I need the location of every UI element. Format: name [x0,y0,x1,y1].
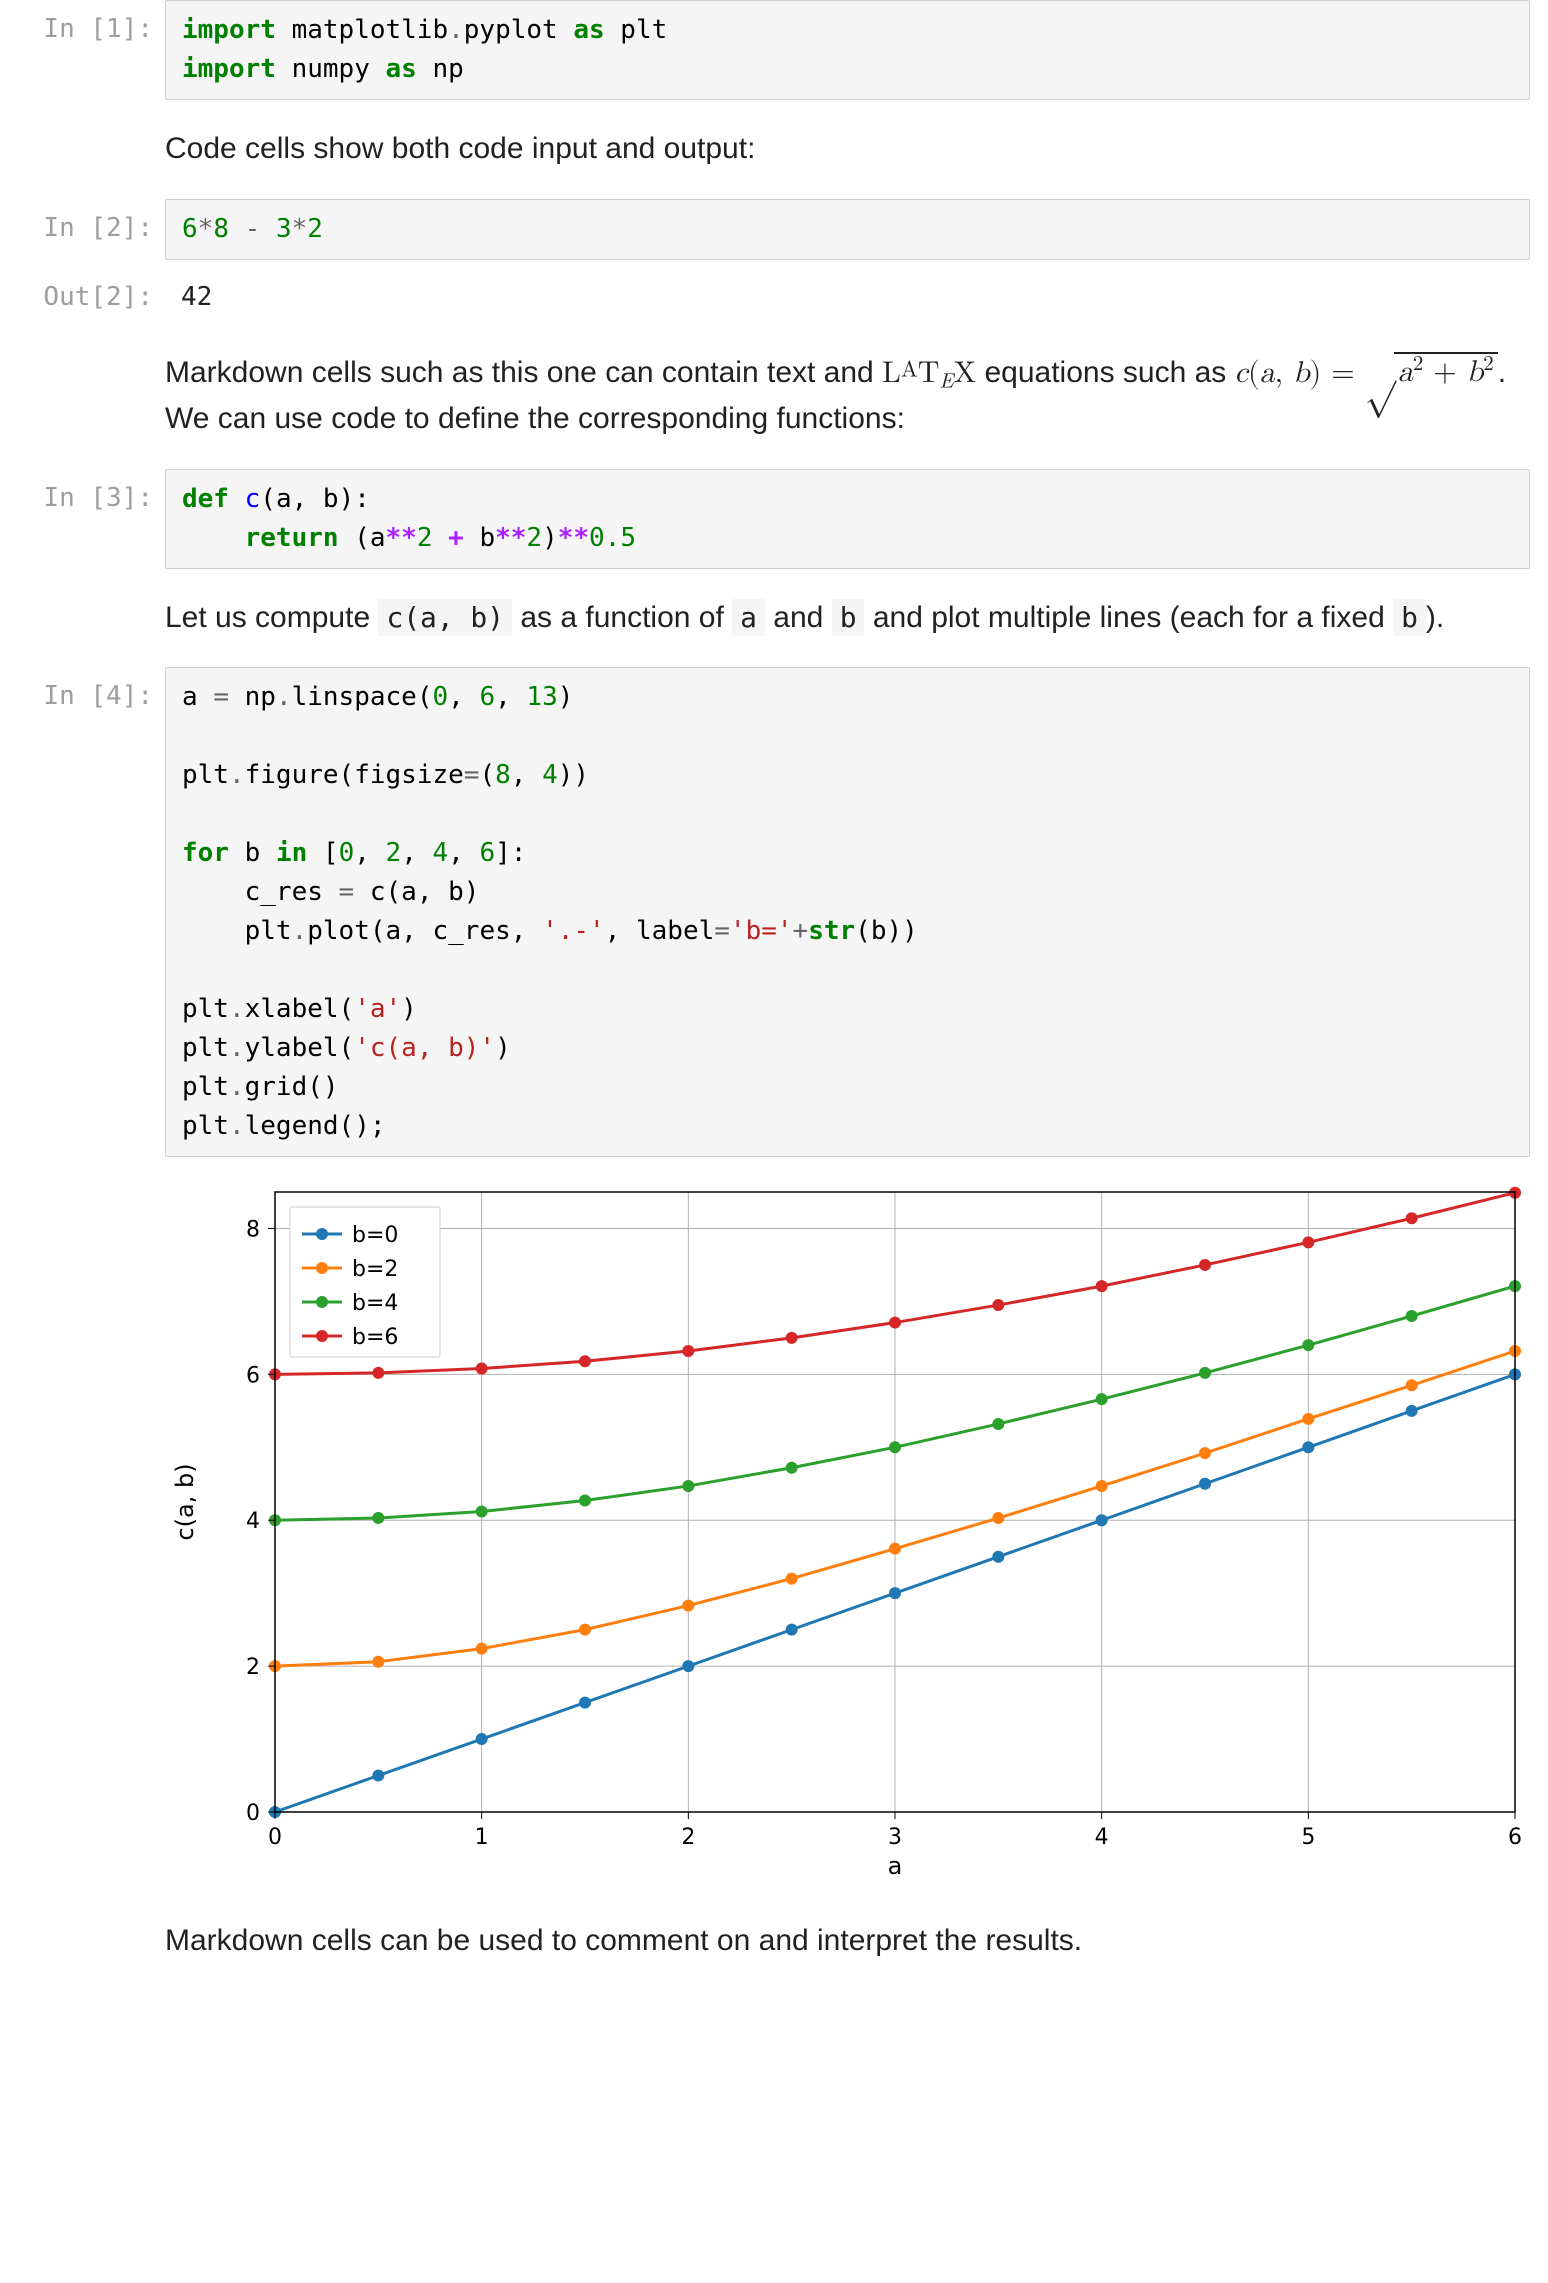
code-cell-3[interactable]: In [3]: def c(a, b): return (a**2 + b**2… [18,469,1530,569]
svg-text:4: 4 [1095,1825,1109,1850]
code-input[interactable]: 6*8 - 3*2 [165,199,1530,260]
svg-text:1: 1 [475,1825,489,1850]
plot-output: 0 1 2 3 4 5 6 0 2 4 6 8 a c(a, b) b=0 b=2 b=4 b=6 [165,1157,1530,1892]
markdown-cell-1[interactable]: Code cells show both code input and outp… [18,108,1530,191]
latex-logo: LATEX [882,348,976,391]
svg-text:5: 5 [1301,1825,1315,1850]
inline-code: b [1393,599,1426,636]
markdown-cell-3[interactable]: Let us compute c(a, b) as a function of … [18,577,1530,660]
svg-text:6: 6 [1508,1825,1522,1850]
code-input[interactable]: a = np.linspace(0, 6, 13) plt.figure(fig… [165,667,1530,1157]
code-cell-1[interactable]: In [1]: import matplotlib.pyplot as plt … [18,0,1530,100]
markdown-cell-4[interactable]: Markdown cells can be used to comment on… [18,1900,1530,1983]
svg-text:2: 2 [681,1825,695,1850]
keyword: import [182,15,276,45]
svg-text:b=4: b=4 [352,1291,398,1316]
code-cell-2[interactable]: In [2]: 6*8 - 3*2 [18,199,1530,260]
input-prompt: In [1]: [18,0,165,49]
markdown-text: Let us compute c(a, b) as a function of … [165,577,1530,660]
svg-text:8: 8 [246,1217,260,1242]
output-prompt: Out[2]: [18,268,165,317]
inline-code: c(a, b) [378,599,512,636]
code-input[interactable]: def c(a, b): return (a**2 + b**2)**0.5 [165,469,1530,569]
svg-text:4: 4 [246,1509,260,1534]
svg-text:b=6: b=6 [352,1325,398,1350]
code-input[interactable]: import matplotlib.pyplot as plt import n… [165,0,1530,100]
input-prompt: In [2]: [18,199,165,248]
svg-text:a: a [888,1852,903,1880]
markdown-text: Code cells show both code input and outp… [165,108,1530,191]
code-output: 42 [165,268,1530,321]
module: matplotlib [276,15,448,45]
markdown-text: Markdown cells can be used to comment on… [165,1900,1530,1983]
input-prompt: In [4]: [18,667,165,716]
markdown-cell-2[interactable]: Markdown cells such as this one can cont… [18,329,1530,461]
math-equation: c(a, b) = √a2 + b2 [1235,358,1498,388]
line-chart: 0 1 2 3 4 5 6 0 2 4 6 8 a c(a, b) b=0 b=2 b=4 b=6 [165,1172,1545,1892]
jupyter-notebook: In [1]: import matplotlib.pyplot as plt … [0,0,1548,2031]
svg-text:3: 3 [888,1825,902,1850]
svg-text:6: 6 [246,1363,260,1388]
svg-text:0: 0 [246,1801,260,1826]
svg-text:c(a, b): c(a, b) [171,1463,199,1540]
svg-text:b=2: b=2 [352,1257,398,1282]
markdown-text: Markdown cells such as this one can cont… [165,329,1530,461]
code-cell-4[interactable]: In [4]: a = np.linspace(0, 6, 13) plt.fi… [18,667,1530,1892]
svg-text:b=0: b=0 [352,1223,398,1248]
inline-code: b [832,599,865,636]
svg-text:0: 0 [268,1825,282,1850]
code-cell-2-output: Out[2]: 42 [18,268,1530,321]
svg-text:2: 2 [246,1655,260,1680]
input-prompt: In [3]: [18,469,165,518]
inline-code: a [732,599,765,636]
